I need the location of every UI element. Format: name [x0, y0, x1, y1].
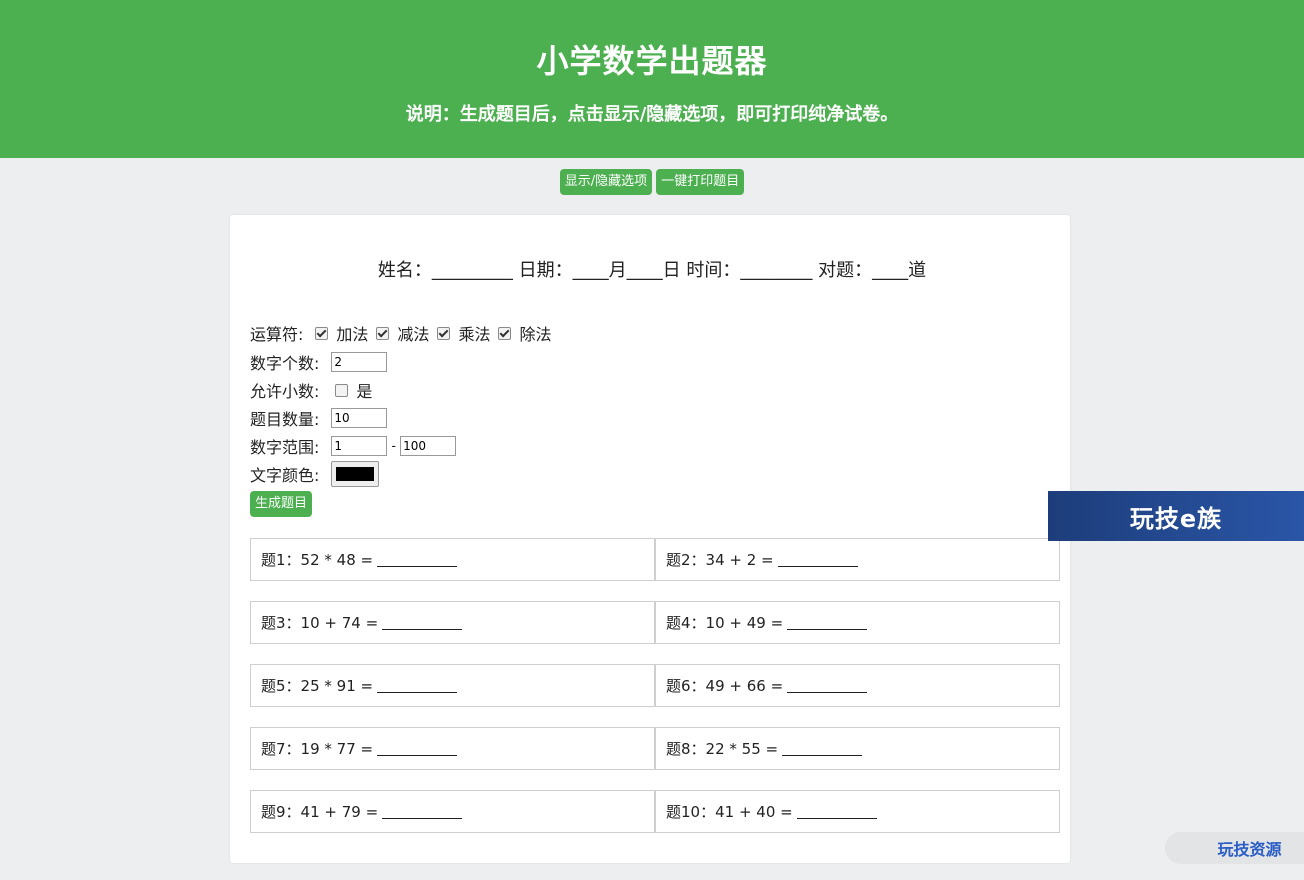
question-item: 题8： 22 * 55 = [655, 727, 1060, 770]
question-item: 题2： 34 + 2 = [655, 538, 1060, 581]
question-expression: 22 * 55 = [705, 739, 779, 758]
answer-blank [796, 804, 877, 819]
answer-blank [377, 552, 458, 567]
question-label: 题6： [666, 677, 706, 695]
watermark-corner-text: 玩技资源 [1217, 840, 1282, 859]
question-expression: 52 * 48 = [300, 550, 374, 569]
decimal-checkbox[interactable] [335, 383, 349, 397]
student-info-line: 姓名：_________ 日期：____月____日 时间：________ 对… [0, 256, 1304, 282]
question-expression: 10 + 74 = [300, 613, 379, 632]
question-expression: 19 * 77 = [300, 739, 374, 758]
text-color-label: 文字颜色: [250, 466, 320, 485]
generate-button[interactable]: 生成题目 [250, 491, 313, 517]
student-info-text: 姓名：_________ 日期：____月____日 时间：________ 对… [377, 260, 927, 281]
question-item: 题7： 19 * 77 = [250, 727, 655, 770]
answer-blank [382, 615, 463, 630]
watermark-banner: 玩技e族 [1048, 491, 1304, 541]
range-separator: - [391, 438, 397, 454]
answer-blank [377, 678, 458, 693]
question-expression: 41 + 40 = [715, 802, 793, 821]
question-count-label: 题目数量: [250, 410, 320, 429]
answer-blank [382, 804, 463, 819]
text-color-picker[interactable] [331, 461, 380, 487]
text-color-swatch [336, 467, 375, 481]
operator-divide-checkbox[interactable] [498, 326, 512, 340]
watermark-banner-text: 玩技e族 [1129, 504, 1223, 533]
number-range-label: 数字范围: [250, 438, 320, 457]
question-label: 题3： [261, 614, 301, 632]
range-min-input[interactable]: 1 [331, 436, 388, 456]
text-color-row: 文字颜色: [250, 461, 380, 487]
operator-subtract-checkbox[interactable] [376, 326, 390, 340]
operator-multiply-checkbox[interactable] [437, 326, 451, 340]
question-label: 题10： [666, 803, 716, 821]
page-header: 小学数学出题器 说明：生成题目后，点击显示/隐藏选项，即可打印纯净试卷。 [0, 0, 1304, 158]
operator-divide-label: 除法 [519, 325, 552, 344]
question-label: 题8： [666, 740, 706, 758]
toggle-options-button[interactable]: 显示/隐藏选项 [559, 169, 653, 195]
number-range-row: 数字范围: 1 - 100 [250, 434, 457, 458]
answer-blank [777, 552, 858, 567]
question-item: 题9： 41 + 79 = [250, 790, 655, 833]
number-count-label: 数字个数: [250, 354, 320, 373]
question-label: 题7： [261, 740, 301, 758]
question-expression: 25 * 91 = [300, 676, 374, 695]
question-item: 题6： 49 + 66 = [655, 664, 1060, 707]
answer-blank [782, 741, 863, 756]
number-count-row: 数字个数: 2 [250, 350, 388, 374]
decimal-label: 允许小数: [250, 382, 320, 401]
answer-blank [787, 615, 868, 630]
operators-row: 运算符: 加法 减法 乘法 除法 [250, 321, 559, 345]
operator-multiply-label: 乘法 [458, 325, 491, 344]
decimal-row: 允许小数: 是 [250, 378, 380, 402]
answer-blank [377, 741, 458, 756]
question-label: 题5： [261, 677, 301, 695]
range-max-input[interactable]: 100 [400, 436, 457, 456]
operators-label: 运算符: [250, 325, 304, 344]
operator-add-label: 加法 [336, 325, 369, 344]
toolbar: 显示/隐藏选项 一键打印题目 [0, 169, 1304, 195]
question-label: 题2： [666, 551, 706, 569]
question-label: 题4： [666, 614, 706, 632]
question-expression: 34 + 2 = [705, 550, 774, 569]
question-label: 题1： [261, 551, 301, 569]
answer-blank [787, 678, 868, 693]
question-expression: 41 + 79 = [300, 802, 379, 821]
question-count-input[interactable]: 10 [331, 408, 388, 428]
page-subtitle: 说明：生成题目后，点击显示/隐藏选项，即可打印纯净试卷。 [405, 104, 899, 125]
number-count-input[interactable]: 2 [331, 352, 388, 372]
decimal-option-label: 是 [356, 382, 373, 401]
question-expression: 49 + 66 = [705, 676, 784, 695]
question-item: 题1： 52 * 48 = [250, 538, 655, 581]
operator-add-checkbox[interactable] [315, 326, 329, 340]
page-title: 小学数学出题器 [536, 42, 768, 80]
question-label: 题9： [261, 803, 301, 821]
question-item: 题5： 25 * 91 = [250, 664, 655, 707]
question-item: 题4： 10 + 49 = [655, 601, 1060, 644]
print-button[interactable]: 一键打印题目 [656, 169, 745, 195]
question-expression: 10 + 49 = [705, 613, 784, 632]
question-count-row: 题目数量: 10 [250, 406, 388, 430]
watermark-corner: 玩技资源 [1165, 832, 1304, 864]
question-item: 题3： 10 + 74 = [250, 601, 655, 644]
question-item: 题10： 41 + 40 = [655, 790, 1060, 833]
operator-subtract-label: 减法 [397, 325, 430, 344]
